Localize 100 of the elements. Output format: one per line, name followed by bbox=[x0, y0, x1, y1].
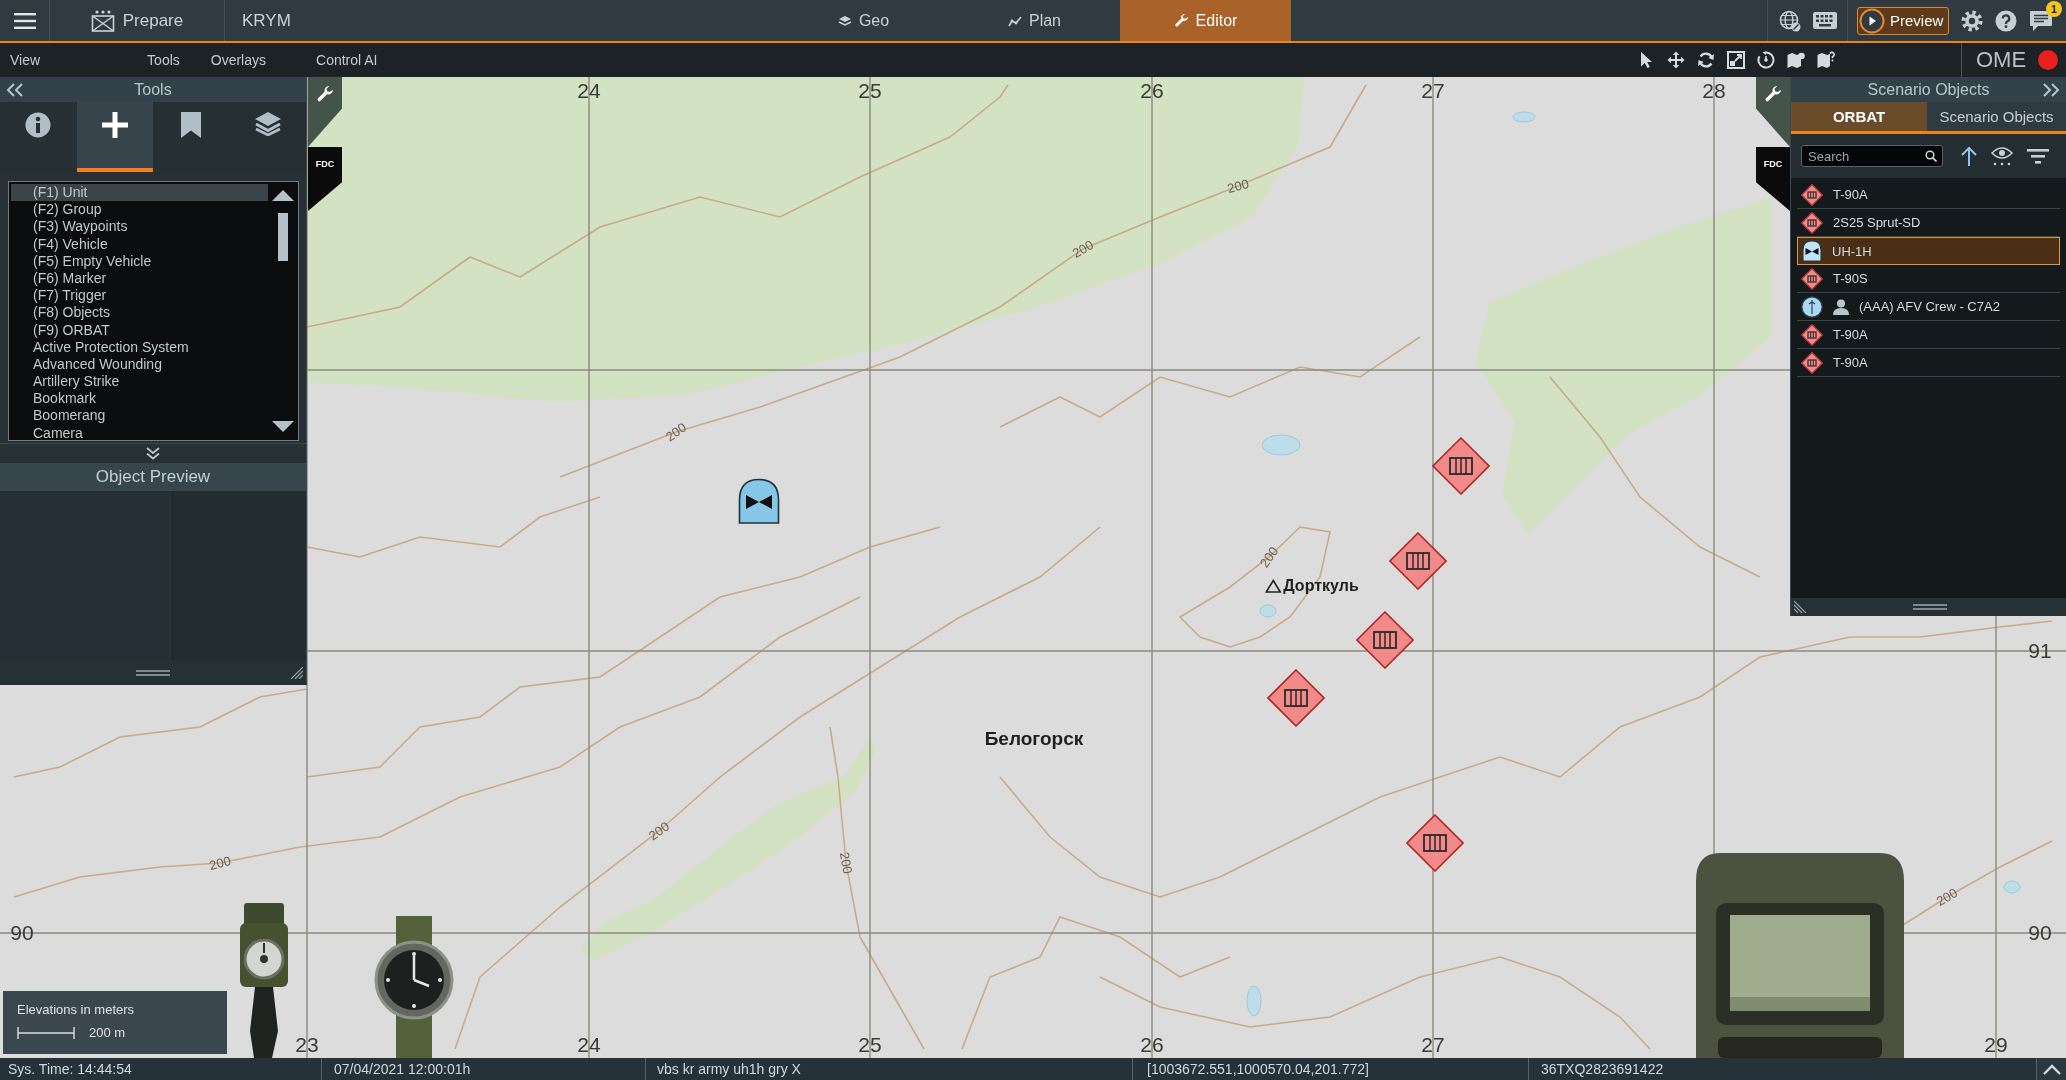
expand-status-button[interactable] bbox=[2036, 1058, 2066, 1080]
scale-label: 200 m bbox=[89, 1025, 126, 1040]
menu-item[interactable]: Overlays bbox=[204, 48, 272, 72]
mode-tab[interactable]: Geo bbox=[778, 0, 949, 41]
map-view[interactable] bbox=[0, 77, 2066, 1058]
menu-item[interactable]: Control AI bbox=[310, 48, 384, 72]
menu-item[interactable]: Tools bbox=[141, 48, 186, 72]
preview-button[interactable]: Preview bbox=[1857, 6, 1949, 35]
mode-tab[interactable]: Plan bbox=[949, 0, 1120, 41]
object-type-item[interactable]: (F2) Group bbox=[11, 201, 268, 219]
cursor-position: [1003672.551,1000570.04,201.772] bbox=[1147, 1061, 1369, 1077]
resize-icon[interactable] bbox=[1727, 51, 1745, 69]
object-type-item[interactable]: (F6) Marker bbox=[11, 269, 268, 288]
object-type-item[interactable]: Advanced Wounding bbox=[11, 355, 268, 374]
resize-handle-icon[interactable] bbox=[1794, 601, 1806, 613]
scrollbar-thumb[interactable] bbox=[278, 213, 288, 261]
object-type-item[interactable]: (F8) Objects bbox=[11, 304, 268, 322]
line-chart-icon bbox=[1008, 14, 1022, 27]
menu-icon bbox=[13, 12, 36, 29]
object-type-item[interactable]: Artillery Strike bbox=[11, 373, 268, 391]
unit-name: UH-1H bbox=[1832, 243, 1872, 259]
object-type-item[interactable]: (F1) Unit bbox=[11, 184, 268, 202]
armor-unit-icon[interactable] bbox=[1356, 611, 1414, 669]
pond bbox=[1512, 111, 1536, 123]
armor-unit-icon[interactable] bbox=[1432, 437, 1490, 495]
grid-label: 90 bbox=[10, 921, 34, 945]
status-dot-icon bbox=[2038, 50, 2059, 70]
orbat-row[interactable]: T-90S bbox=[1797, 265, 2060, 293]
object-type-item[interactable]: (F5) Empty Vehicle bbox=[11, 252, 268, 270]
prepare-button[interactable]: Prepare bbox=[50, 0, 225, 41]
resize-handle-icon[interactable] bbox=[291, 666, 303, 679]
move-icon[interactable] bbox=[1667, 51, 1685, 69]
grid-label: 26 bbox=[1140, 79, 1164, 103]
object-type-item[interactable]: Boomerang bbox=[11, 407, 268, 425]
orbat-row[interactable]: UH-1H bbox=[1797, 237, 2060, 265]
grid-label: 23 bbox=[295, 1033, 319, 1057]
object-type-item[interactable]: (F3) Waypoints bbox=[11, 218, 268, 236]
armor-unit-icon bbox=[1801, 351, 1823, 374]
refresh-icon[interactable] bbox=[1697, 51, 1715, 69]
expand-icon[interactable] bbox=[146, 447, 160, 460]
map-icon[interactable] bbox=[1817, 51, 1835, 69]
unit-name: T-90A bbox=[1833, 355, 1868, 370]
rotate-icon[interactable] bbox=[1757, 51, 1775, 69]
armor-unit-icon[interactable] bbox=[1389, 532, 1447, 590]
grid-reference: 36TXQ2823691422 bbox=[1541, 1061, 1664, 1077]
filter-icon[interactable] bbox=[2027, 148, 2049, 164]
wrench-icon bbox=[1764, 85, 1782, 103]
unit-name: (AAA) AFV Crew - C7A2 bbox=[1859, 299, 2000, 314]
armor-unit-icon[interactable] bbox=[1406, 814, 1464, 872]
unit-name: T-90A bbox=[1833, 327, 1868, 342]
object-type-item[interactable]: Camera bbox=[11, 424, 268, 440]
contour-label: 200 bbox=[837, 851, 855, 875]
pond bbox=[2003, 880, 2021, 894]
arrow-up-icon[interactable] bbox=[1961, 146, 1977, 166]
contour-label: 200 bbox=[646, 819, 672, 843]
play-icon bbox=[1859, 7, 1885, 34]
object-type-item[interactable]: (F9) ORBAT bbox=[11, 321, 268, 339]
grip-icon[interactable] bbox=[136, 669, 170, 676]
orbat-row[interactable]: (AAA) AFV Crew - C7A2 bbox=[1797, 293, 2060, 321]
map-icon[interactable] bbox=[1787, 51, 1805, 69]
globe-icon[interactable] bbox=[1778, 9, 1801, 32]
mode-tab[interactable]: Editor bbox=[1120, 0, 1291, 41]
bookmark-icon bbox=[181, 112, 202, 138]
object-type-item[interactable]: Bookmark bbox=[11, 390, 268, 408]
mission-name: KRYM bbox=[242, 10, 291, 31]
object-type-item[interactable]: (F7) Trigger bbox=[11, 287, 268, 305]
search-field[interactable]: Search bbox=[1801, 145, 1943, 167]
settings-icon[interactable] bbox=[1961, 9, 1983, 32]
grid-label: 91 bbox=[2028, 639, 2052, 663]
tools-tab[interactable] bbox=[76, 102, 153, 172]
eye-icon[interactable] bbox=[1991, 146, 2013, 166]
object-type-item[interactable]: Active Protection System bbox=[11, 338, 268, 356]
panel-tab[interactable]: Scenario Objects bbox=[1927, 102, 2066, 131]
mission-time: 07/04/2021 12:00:01h bbox=[334, 1061, 471, 1077]
panel-tab[interactable]: ORBAT bbox=[1791, 102, 1927, 131]
chevron-up-icon bbox=[2042, 1063, 2061, 1075]
armor-unit-icon[interactable] bbox=[1267, 669, 1325, 727]
object-type-item[interactable]: (F4) Vehicle bbox=[11, 235, 268, 253]
contour-label: 200 bbox=[1070, 237, 1096, 261]
orbat-row[interactable]: T-90A bbox=[1797, 181, 2060, 209]
scroll-up-icon[interactable] bbox=[272, 190, 294, 201]
collapse-icon[interactable] bbox=[6, 82, 24, 97]
orbat-row[interactable]: T-90A bbox=[1797, 321, 2060, 349]
unit-name: T-90S bbox=[1833, 271, 1868, 286]
grip-icon[interactable] bbox=[1913, 604, 1947, 610]
plus-icon bbox=[101, 112, 128, 138]
menu-item[interactable]: View bbox=[4, 48, 47, 72]
keyboard-icon[interactable] bbox=[1812, 12, 1837, 29]
selected-object-name: vbs kr army uh1h gry X bbox=[657, 1061, 801, 1077]
chat-icon[interactable] bbox=[2029, 9, 2053, 32]
help-icon[interactable] bbox=[1995, 9, 2017, 32]
expand-panel-icon[interactable] bbox=[2042, 82, 2060, 97]
tool-tab[interactable] bbox=[1756, 77, 1790, 147]
grid-label: 90 bbox=[2028, 921, 2052, 945]
scroll-down-icon[interactable] bbox=[272, 421, 294, 432]
grid-label: 24 bbox=[577, 79, 601, 103]
helicopter-unit-icon[interactable] bbox=[738, 478, 780, 524]
fdc-tab[interactable]: FDC bbox=[1756, 147, 1790, 211]
orbat-row[interactable]: T-90A bbox=[1797, 349, 2060, 377]
grid-label: 28 bbox=[1702, 79, 1726, 103]
